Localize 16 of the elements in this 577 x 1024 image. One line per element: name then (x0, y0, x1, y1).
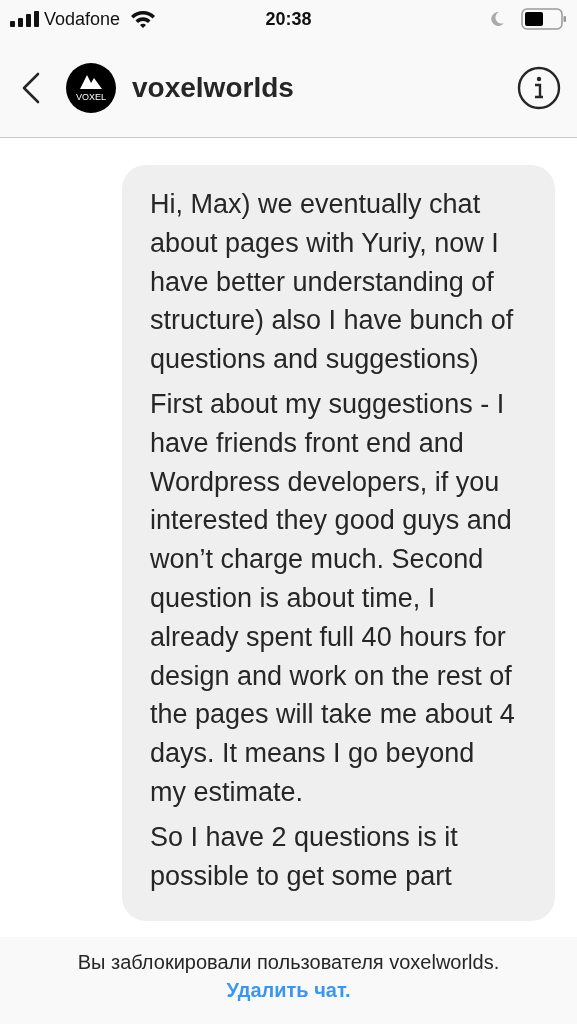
battery-icon (521, 8, 567, 30)
message-text: So I have 2 questions is it possible to get some part (150, 820, 459, 893)
blocked-notice: Вы заблокировали пользователя voxelworlds. (76, 950, 501, 975)
info-icon[interactable] (517, 65, 561, 110)
mountain-icon (80, 73, 102, 89)
moon-icon (489, 11, 505, 27)
clock: 20:38 (265, 7, 312, 31)
message-text: First about my suggestions - I have friends front end and Wordpress developers, if you interested they good guys and won’t charge much. Second question is about time, I already spent full 40 hours for design and work on the rest of the pages will take me about 4 days. It means I go beyond my estimate. (150, 388, 515, 809)
carrier-name: Vodafone (44, 7, 121, 31)
username: voxelworlds (132, 70, 295, 105)
wifi-icon (130, 10, 157, 28)
signal-icon (10, 11, 40, 27)
avatar[interactable]: VOXEL (66, 62, 116, 113)
back-icon[interactable] (20, 71, 42, 104)
message-text: Hi, Max) we eventually chat about pages with Yuriy, now I have better understanding of structure) also I have bunch of questions and suggestions) (150, 188, 515, 377)
logo-text: VOXEL (76, 93, 106, 102)
